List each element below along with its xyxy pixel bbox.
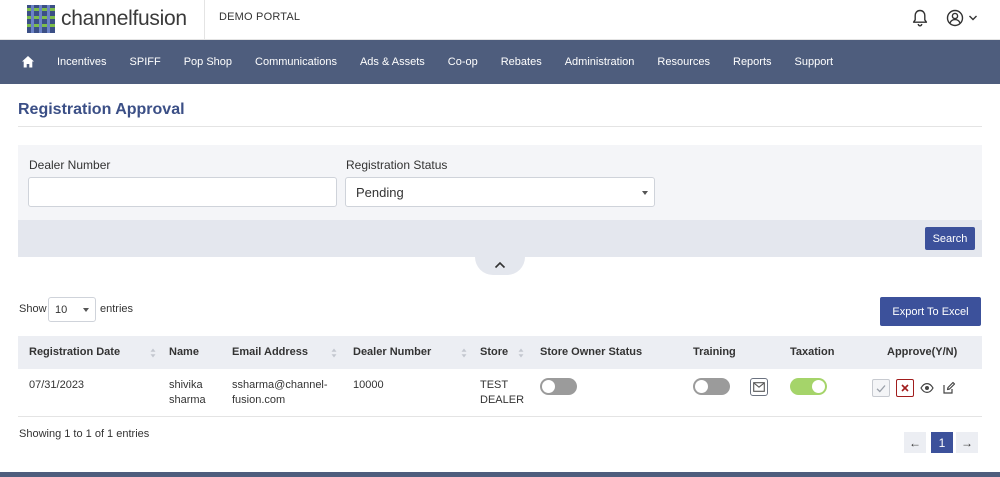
chevron-up-icon <box>494 261 506 269</box>
nav-item-administration[interactable]: Administration <box>565 56 635 68</box>
cell-email-line1: ssharma@channel- <box>232 379 328 391</box>
sort-icon[interactable] <box>331 348 337 358</box>
cell-name-line2: sharma <box>169 394 206 406</box>
mail-icon <box>753 382 765 392</box>
column-header-dealer-number[interactable]: Dealer Number <box>353 346 431 358</box>
show-label: Show <box>19 303 47 315</box>
store-owner-status-toggle[interactable] <box>540 378 577 395</box>
cell-store-line1: TEST <box>480 379 509 391</box>
nav-item-pop-shop[interactable]: Pop Shop <box>184 56 232 68</box>
nav-item-spiff[interactable]: SPIFF <box>130 56 161 68</box>
cell-store: TEST DEALER <box>480 378 524 408</box>
check-icon <box>876 384 886 392</box>
reject-button[interactable] <box>896 379 914 397</box>
entries-label: entries <box>100 303 134 315</box>
column-header-taxation[interactable]: Taxation <box>790 346 834 358</box>
search-button[interactable]: Search <box>925 227 975 250</box>
cell-dealer-number: 10000 <box>353 379 384 391</box>
previous-page-button[interactable]: ← <box>904 432 926 453</box>
search-bar <box>18 220 982 257</box>
nav-item-communications[interactable]: Communications <box>255 56 337 68</box>
footer-bar <box>0 472 1000 477</box>
registration-status-label: Registration Status <box>346 158 448 172</box>
next-page-button[interactable]: → <box>956 432 978 453</box>
logo-mark-icon <box>27 5 55 33</box>
entries-per-page-select[interactable]: 10 <box>48 297 96 322</box>
top-header: channelfusion DEMO PORTAL <box>0 0 1000 40</box>
approve-button[interactable] <box>872 379 890 397</box>
taxation-toggle[interactable] <box>790 378 827 395</box>
main-nav: Incentives SPIFF Pop Shop Communications… <box>0 40 1000 84</box>
title-divider <box>18 126 982 127</box>
nav-item-resources[interactable]: Resources <box>657 56 710 68</box>
nav-item-co-op[interactable]: Co-op <box>448 56 478 68</box>
logo-text: channelfusion <box>61 7 187 30</box>
cell-name-line1: shivika <box>169 379 203 391</box>
column-header-store-owner-status[interactable]: Store Owner Status <box>540 346 642 358</box>
column-header-training[interactable]: Training <box>693 346 736 358</box>
nav-item-ads-assets[interactable]: Ads & Assets <box>360 56 425 68</box>
training-toggle[interactable] <box>693 378 730 395</box>
caret-down-icon <box>642 191 648 195</box>
cell-name: shivika sharma <box>169 378 206 408</box>
cell-registration-date: 07/31/2023 <box>29 379 85 391</box>
cell-email: ssharma@channel- fusion.com <box>232 378 328 408</box>
column-header-store[interactable]: Store <box>480 346 508 358</box>
page-title: Registration Approval <box>18 101 185 118</box>
column-header-name[interactable]: Name <box>169 346 199 358</box>
nav-item-incentives[interactable]: Incentives <box>57 56 107 68</box>
registration-status-value: Pending <box>356 184 404 200</box>
chevron-down-icon <box>969 15 977 21</box>
pagination-summary: Showing 1 to 1 of 1 entries <box>19 428 150 440</box>
email-training-button[interactable] <box>750 378 768 396</box>
dealer-number-input[interactable] <box>28 177 337 207</box>
export-to-excel-button[interactable]: Export To Excel <box>880 297 981 326</box>
header-divider <box>204 0 205 40</box>
column-header-registration-date[interactable]: Registration Date <box>29 346 120 358</box>
bell-icon[interactable] <box>912 9 930 27</box>
nav-item-support[interactable]: Support <box>795 56 834 68</box>
portal-name: DEMO PORTAL <box>219 11 301 23</box>
entries-per-page-value: 10 <box>55 303 68 316</box>
column-header-approve[interactable]: Approve(Y/N) <box>887 346 957 358</box>
page-1-button[interactable]: 1 <box>931 432 953 453</box>
registration-status-select[interactable]: Pending <box>345 177 655 207</box>
nav-item-reports[interactable]: Reports <box>733 56 772 68</box>
sort-icon[interactable] <box>518 348 524 358</box>
sort-icon[interactable] <box>150 348 156 358</box>
dealer-number-label: Dealer Number <box>29 158 111 172</box>
cell-store-line2: DEALER <box>480 394 525 406</box>
sort-icon[interactable] <box>461 348 467 358</box>
caret-down-icon <box>83 308 89 312</box>
home-icon[interactable] <box>21 55 35 69</box>
nav-item-rebates[interactable]: Rebates <box>501 56 542 68</box>
close-icon <box>901 384 909 392</box>
column-header-email-address[interactable]: Email Address <box>232 346 308 358</box>
user-menu[interactable] <box>946 9 978 27</box>
cell-email-line2: fusion.com <box>232 394 286 406</box>
logo[interactable]: channelfusion <box>27 4 187 34</box>
user-icon <box>946 9 964 27</box>
collapse-filters-toggle[interactable] <box>475 257 525 275</box>
eye-icon[interactable] <box>920 381 934 395</box>
edit-icon[interactable] <box>942 381 956 395</box>
